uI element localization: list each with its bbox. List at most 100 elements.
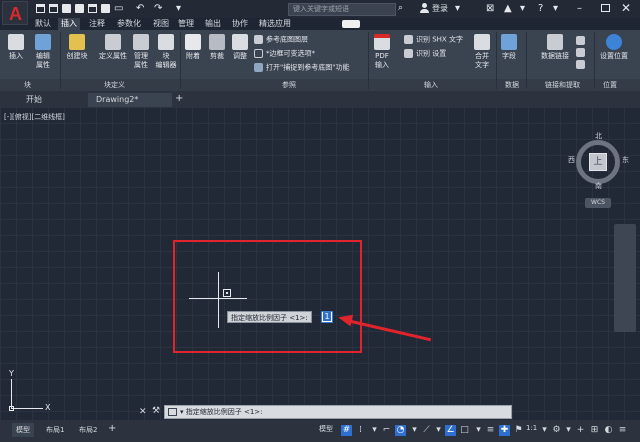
- add-icon[interactable]: +: [575, 425, 586, 436]
- user-icon[interactable]: [420, 3, 429, 13]
- tab-start[interactable]: 开始: [18, 93, 42, 107]
- clip-button[interactable]: 剪裁: [206, 34, 228, 61]
- redo-icon[interactable]: ↷: [154, 4, 163, 14]
- open-file-icon[interactable]: [49, 4, 58, 13]
- add-layout-icon[interactable]: +: [108, 423, 116, 434]
- a360-icon[interactable]: ▲: [504, 3, 512, 14]
- dropdown-icon[interactable]: ▾: [563, 425, 574, 436]
- web-mobile-icon[interactable]: [88, 4, 97, 13]
- snap-underlay-button[interactable]: 打开"捕捉到参考底图"功能: [254, 63, 369, 73]
- tab-annotate[interactable]: 注释: [86, 18, 108, 30]
- command-line-close-icon[interactable]: ✕: [139, 407, 147, 417]
- compass-south[interactable]: 南: [595, 181, 602, 191]
- customize-dropdown-icon[interactable]: ▾: [176, 4, 185, 14]
- command-history-icon[interactable]: [168, 408, 177, 416]
- dropdown-icon[interactable]: ▾: [473, 425, 484, 436]
- undo-icon[interactable]: ↶: [136, 4, 145, 14]
- dynamic-input-value[interactable]: 1: [323, 312, 331, 321]
- tab-insert[interactable]: 插入: [58, 18, 80, 30]
- combine-text-button[interactable]: 合并 文字: [470, 34, 494, 70]
- dropdown-icon[interactable]: ▾: [553, 3, 558, 14]
- dropdown-icon[interactable]: ▾: [455, 3, 460, 14]
- set-location-button[interactable]: 设置位置: [596, 34, 632, 61]
- object-snap-icon[interactable]: □: [459, 425, 470, 436]
- app-menu-button[interactable]: A: [2, 1, 28, 25]
- customization-menu-icon[interactable]: ≡: [617, 425, 628, 436]
- lineweight-icon[interactable]: ≡: [485, 425, 496, 436]
- underlay-layers-button[interactable]: 参考底图图层: [254, 35, 364, 45]
- tab-default[interactable]: 默认: [32, 18, 54, 30]
- dynamic-input-field[interactable]: 1: [321, 311, 333, 323]
- viewcube-top-face[interactable]: 上: [589, 153, 607, 171]
- ribbon-toggle-icon[interactable]: [342, 20, 360, 28]
- new-file-icon[interactable]: [36, 4, 45, 13]
- compass-east[interactable]: 东: [622, 155, 629, 165]
- tab-manage[interactable]: 管理: [175, 18, 197, 30]
- new-tab-icon[interactable]: +: [175, 93, 183, 104]
- recognize-settings-button[interactable]: 识别 设置: [404, 49, 476, 59]
- adjust-button[interactable]: 调整: [229, 34, 251, 61]
- search-input[interactable]: 键入关键字或短语: [288, 3, 396, 16]
- pdf-import-button[interactable]: PDF 输入: [370, 34, 394, 70]
- link-extract-small-buttons[interactable]: [576, 36, 594, 69]
- maximize-icon[interactable]: [601, 4, 610, 12]
- object-snap-tracking-icon[interactable]: ∠: [445, 425, 456, 436]
- grid-icon[interactable]: #: [341, 425, 352, 436]
- block-editor-button[interactable]: 块 编辑器: [154, 34, 178, 70]
- isodraft-icon[interactable]: ⟋: [421, 425, 432, 436]
- minimize-icon[interactable]: –: [577, 3, 582, 14]
- command-line-input[interactable]: ▾ 指定缩放比例因子 <1>:: [164, 405, 512, 419]
- compass-north[interactable]: 北: [595, 131, 602, 141]
- frame-variable-button[interactable]: *边框可变选项*: [254, 49, 364, 59]
- create-block-icon: [69, 34, 85, 50]
- workspace-gear-icon[interactable]: ⚙: [551, 425, 562, 436]
- compass-west[interactable]: 西: [568, 155, 575, 165]
- dropdown-icon[interactable]: ▾: [369, 425, 380, 436]
- field-button[interactable]: 字段: [497, 34, 521, 61]
- recognize-shx-button[interactable]: 识别 SHX 文字: [404, 35, 476, 45]
- wcs-menu-button[interactable]: WCS: [585, 198, 611, 208]
- hardware-acceleration-icon[interactable]: ⊞: [589, 425, 600, 436]
- close-icon[interactable]: ✕: [621, 1, 631, 15]
- annotation-scale[interactable]: 1:1: [526, 424, 537, 432]
- polar-icon[interactable]: ◔: [395, 425, 406, 436]
- annotation-visibility-icon[interactable]: ⚑: [513, 425, 524, 436]
- customize-wrench-icon[interactable]: ⚒: [152, 406, 160, 416]
- help-icon[interactable]: ?: [538, 3, 543, 14]
- create-block-button[interactable]: 创建块: [62, 34, 92, 61]
- edit-attribute-button[interactable]: 编辑 属性: [30, 34, 56, 70]
- viewport-controls[interactable]: [-][俯视][二维线框]: [4, 112, 65, 122]
- tab-view[interactable]: 视图: [150, 18, 172, 30]
- attach-button[interactable]: 附着: [182, 34, 204, 61]
- viewcube[interactable]: 上 北 南 东 西: [568, 131, 632, 192]
- layout-tab-layout2[interactable]: 布局2: [75, 423, 101, 437]
- plot-icon[interactable]: ▭: [114, 4, 123, 14]
- tab-featured-apps[interactable]: 精选应用: [256, 18, 294, 30]
- isolate-objects-icon[interactable]: ◐: [603, 425, 614, 436]
- annotation-monitor-icon[interactable]: ✚: [499, 425, 510, 436]
- navigation-bar[interactable]: [614, 224, 636, 332]
- tab-output[interactable]: 输出: [202, 18, 224, 30]
- tab-drawing[interactable]: Drawing2*: [88, 93, 172, 107]
- layout-tab-model[interactable]: 模型: [12, 423, 34, 437]
- tab-parametric[interactable]: 参数化: [114, 18, 144, 30]
- model-space-toggle[interactable]: 模型: [319, 424, 333, 434]
- save-as-icon[interactable]: [75, 4, 84, 13]
- snap-icon[interactable]: ⁞: [355, 425, 366, 436]
- ortho-icon[interactable]: ⌐: [381, 425, 392, 436]
- dropdown-icon[interactable]: ▾: [433, 425, 444, 436]
- dropdown-icon[interactable]: ▾: [409, 425, 420, 436]
- layout-tab-layout1[interactable]: 布局1: [42, 423, 68, 437]
- dropdown-icon[interactable]: ▾: [520, 3, 525, 14]
- print-icon[interactable]: [101, 4, 110, 13]
- save-icon[interactable]: [62, 4, 71, 13]
- tab-collaborate[interactable]: 协作: [229, 18, 251, 30]
- dropdown-icon[interactable]: ▾: [539, 425, 550, 436]
- login-link[interactable]: 登录: [432, 3, 448, 14]
- define-attribute-button[interactable]: 定义属性: [96, 34, 130, 61]
- exchange-icon[interactable]: ⊠: [486, 3, 494, 14]
- search-icon[interactable]: ⌕: [398, 3, 403, 13]
- insert-block-button[interactable]: 插入: [4, 34, 28, 61]
- manage-attributes-button[interactable]: 管理 属性: [128, 34, 154, 70]
- data-link-button[interactable]: 数据链接: [538, 34, 572, 61]
